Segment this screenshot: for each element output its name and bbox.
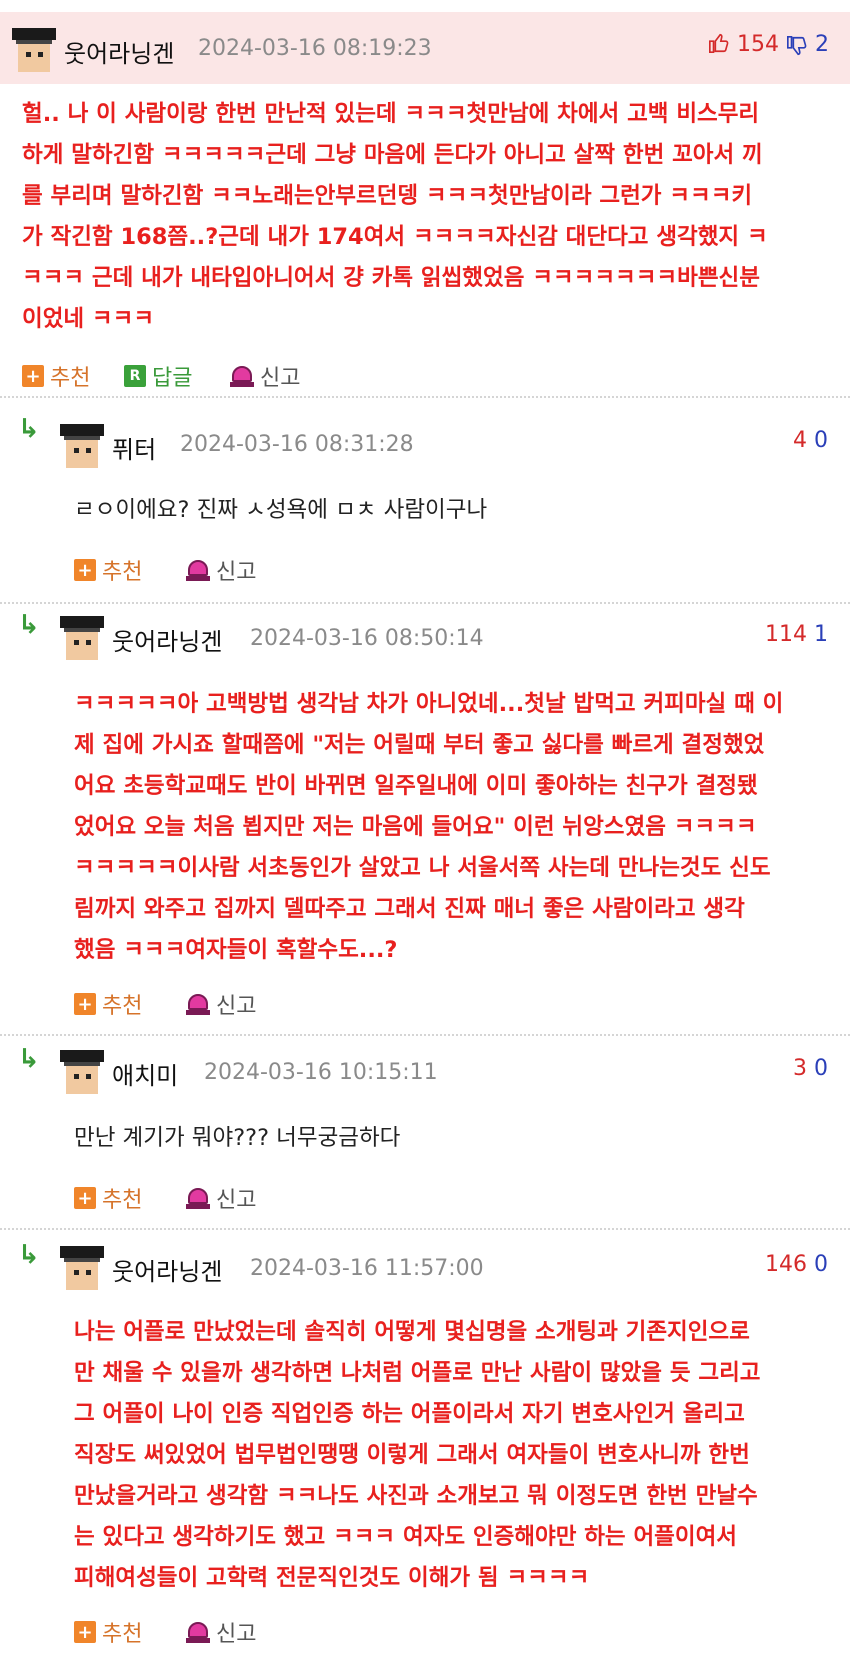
downvote-count[interactable]: 0 <box>814 1252 828 1277</box>
vote-counts: 146 0 <box>765 1252 828 1277</box>
thumbs-up-icon[interactable] <box>708 32 737 57</box>
comment-date: 2024-03-16 08:31:28 <box>180 432 414 457</box>
plus-icon: + <box>74 559 96 581</box>
comment-body: 만난 계기가 뭐야??? 너무궁금하다 <box>74 1125 401 1151</box>
comment-body: 나는 어플로 만났었는데 솔직히 어떻게 몇십명을 소개팅과 기존지인으로 만 … <box>74 1319 761 1591</box>
author-name[interactable]: 웃어라닝겐 <box>112 1252 222 1287</box>
recommend-button[interactable]: + 추천 <box>22 362 90 391</box>
upvote-count[interactable]: 3 <box>793 1056 807 1081</box>
report-button[interactable]: 신고 <box>186 990 256 1019</box>
report-button[interactable]: 신고 <box>186 1184 256 1213</box>
author-name[interactable]: 웃어라닝겐 <box>64 34 174 69</box>
upvote-count[interactable]: 4 <box>793 428 807 453</box>
avatar[interactable] <box>60 1246 104 1290</box>
main-comment: 웃어라닝겐 2024-03-16 08:19:23 154 2 헐.. 나 이 … <box>0 0 850 394</box>
report-button[interactable]: 신고 <box>186 556 256 585</box>
comment-date: 2024-03-16 10:15:11 <box>204 1060 438 1085</box>
plus-icon: + <box>74 1187 96 1209</box>
downvote-count[interactable]: 0 <box>814 428 828 453</box>
siren-icon <box>186 1620 210 1644</box>
vote-counts: 114 1 <box>765 622 828 647</box>
divider <box>0 1228 850 1230</box>
recommend-button[interactable]: + 추천 <box>74 1184 142 1213</box>
comment-date: 2024-03-16 08:19:23 <box>198 36 432 61</box>
vote-counts: 4 0 <box>793 428 828 453</box>
plus-icon: + <box>74 1621 96 1643</box>
reply-arrow-icon: ↳ <box>18 610 40 640</box>
recommend-button[interactable]: + 추천 <box>74 990 142 1019</box>
avatar[interactable] <box>60 424 104 468</box>
upvote-count[interactable]: 114 <box>765 622 807 647</box>
comment-date: 2024-03-16 08:50:14 <box>250 626 484 651</box>
upvote-count[interactable]: 146 <box>765 1252 807 1277</box>
siren-icon <box>186 1186 210 1210</box>
vote-counts: 3 0 <box>793 1056 828 1081</box>
comment-body: 헐.. 나 이 사람이랑 한번 만난적 있는데 ㅋㅋㅋ첫만남에 차에서 고백 비… <box>22 101 768 332</box>
reply-arrow-icon: ↳ <box>18 414 40 444</box>
plus-icon: + <box>74 993 96 1015</box>
reply-arrow-icon: ↳ <box>18 1044 40 1074</box>
comment-body: ㅋㅋㅋㅋㅋ아 고백방법 생각남 차가 아니었네...첫날 밥먹고 커피마실 때 … <box>74 691 784 963</box>
avatar[interactable] <box>60 1050 104 1094</box>
comment-date: 2024-03-16 11:57:00 <box>250 1256 484 1281</box>
divider <box>0 396 850 398</box>
author-name[interactable]: 퓌터 <box>112 430 156 465</box>
comment-body: ㄹㅇ이에요? 진짜 ㅅ성욕에 ㅁㅊ 사람이구나 <box>74 497 488 523</box>
recommend-button[interactable]: + 추천 <box>74 556 142 585</box>
siren-icon <box>186 992 210 1016</box>
report-button[interactable]: 신고 <box>230 362 300 391</box>
downvote-count: 2 <box>815 32 829 57</box>
author-name[interactable]: 애치미 <box>112 1056 178 1091</box>
vote-counts: 154 2 <box>708 32 829 57</box>
siren-icon <box>230 364 254 388</box>
author-name[interactable]: 웃어라닝겐 <box>112 622 222 657</box>
upvote-count: 154 <box>737 32 779 57</box>
divider <box>0 1034 850 1036</box>
divider <box>0 602 850 604</box>
siren-icon <box>186 558 210 582</box>
recommend-button[interactable]: + 추천 <box>74 1618 142 1647</box>
thumbs-down-icon[interactable] <box>786 32 815 57</box>
reply-arrow-icon: ↳ <box>18 1240 40 1270</box>
downvote-count[interactable]: 0 <box>814 1056 828 1081</box>
reply-icon: R <box>124 365 146 387</box>
reply-button[interactable]: R 답글 <box>124 362 192 391</box>
downvote-count[interactable]: 1 <box>814 622 828 647</box>
report-button[interactable]: 신고 <box>186 1618 256 1647</box>
plus-icon: + <box>22 365 44 387</box>
avatar[interactable] <box>60 616 104 660</box>
avatar[interactable] <box>12 28 56 72</box>
